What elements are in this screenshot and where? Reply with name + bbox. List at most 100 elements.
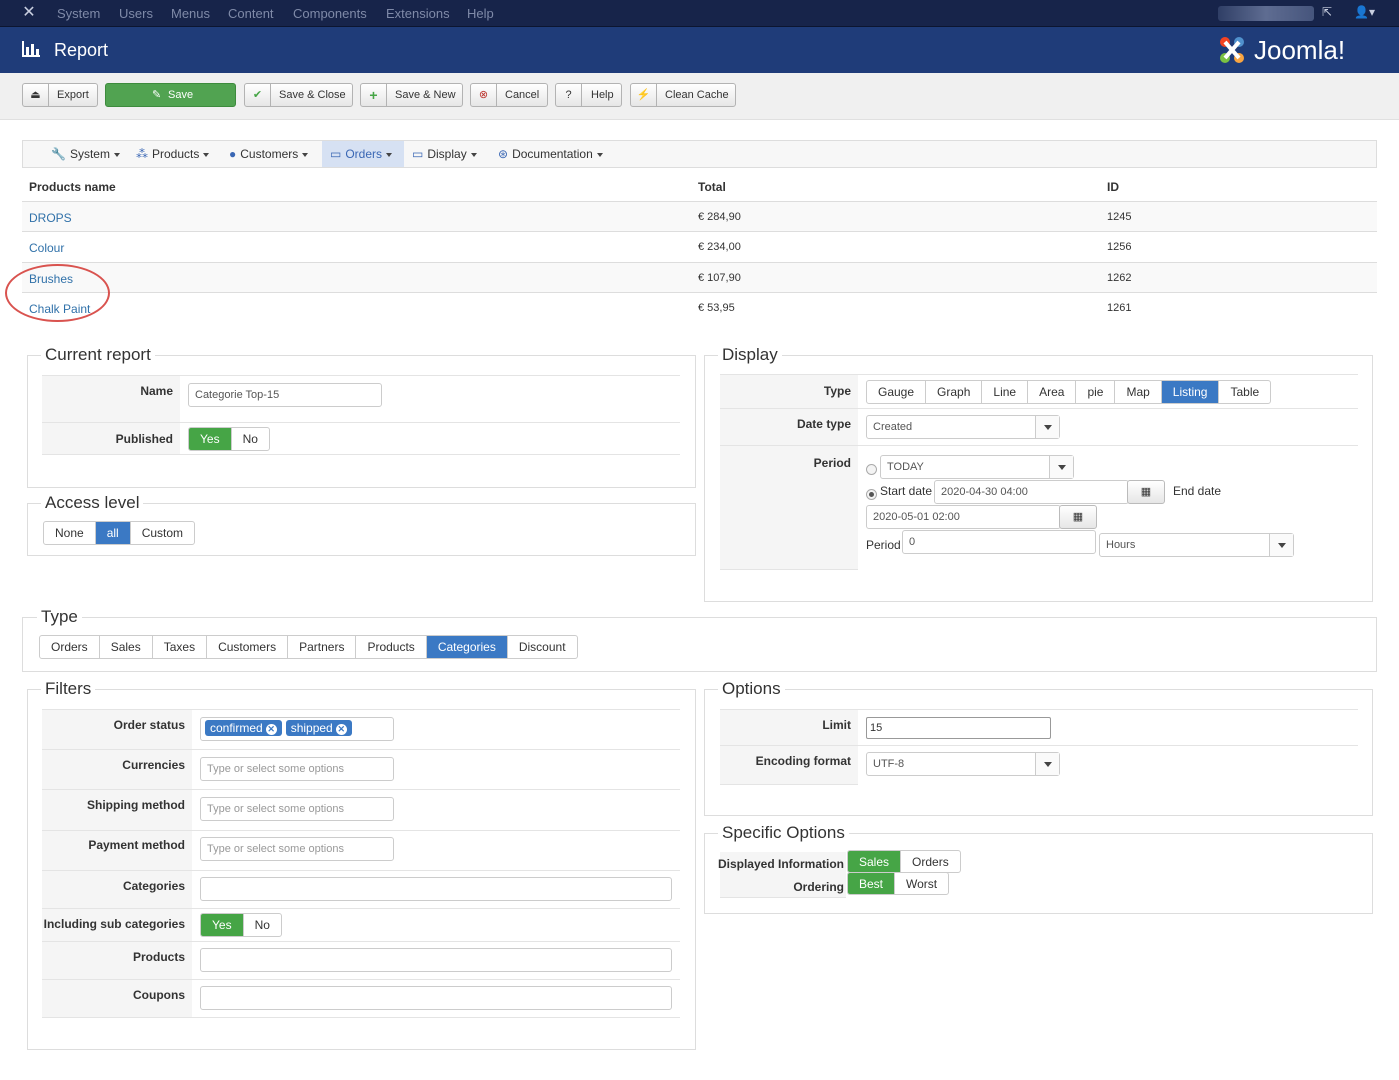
calendar-icon[interactable]: ▦ [1059, 505, 1097, 529]
report-type-orders[interactable]: Orders [40, 636, 100, 658]
subnav-orders[interactable]: ▭ Orders [322, 141, 404, 167]
type-pie[interactable]: pie [1076, 381, 1116, 403]
flash-icon: ⚡ [631, 84, 657, 106]
type-graph[interactable]: Graph [926, 381, 983, 403]
subnav-customers[interactable]: ● Customers [221, 141, 316, 167]
access-none[interactable]: None [44, 522, 96, 544]
type-table[interactable]: Table [1219, 381, 1270, 403]
date-range-radio[interactable] [866, 489, 877, 500]
report-type-discount[interactable]: Discount [508, 636, 577, 658]
payment-method-input[interactable]: Type or select some options [200, 837, 394, 861]
card-icon: ▭ [330, 147, 342, 161]
save-new-button[interactable]: + Save & New [360, 83, 463, 107]
published-yes[interactable]: Yes [189, 428, 232, 450]
menu-extensions[interactable]: Extensions [386, 6, 450, 21]
shipping-method-label: Shipping method [87, 798, 185, 812]
subnav-system[interactable]: 🔧 System [43, 141, 128, 167]
report-type-buttons: Orders Sales Taxes Customers Partners Pr… [39, 635, 578, 659]
remove-tag-icon[interactable]: ✕ [265, 724, 277, 735]
report-type-customers[interactable]: Customers [207, 636, 289, 658]
report-type-taxes[interactable]: Taxes [153, 636, 208, 658]
currencies-input[interactable]: Type or select some options [200, 757, 394, 781]
table-row: Chalk Paint € 53,95 1261 [22, 292, 1377, 322]
menu-components[interactable]: Components [293, 6, 367, 21]
question-icon: ? [556, 84, 582, 106]
site-name-blurred[interactable] [1218, 6, 1314, 21]
report-type-categories[interactable]: Categories [426, 636, 508, 658]
sub-categories-toggle: Yes No [200, 913, 282, 937]
shipping-method-input[interactable]: Type or select some options [200, 797, 394, 821]
menu-help[interactable]: Help [467, 6, 494, 21]
specific-options-legend: Specific Options [718, 823, 849, 843]
order-status-label: Order status [113, 718, 185, 732]
date-type-select[interactable]: Created [866, 415, 1060, 439]
chevron-down-icon [1269, 534, 1293, 556]
today-radio[interactable] [866, 464, 877, 475]
save-button[interactable]: ✎ Save [105, 83, 236, 107]
menu-menus[interactable]: Menus [171, 6, 210, 21]
type-listing[interactable]: Listing [1161, 381, 1220, 403]
report-type-products[interactable]: Products [356, 636, 427, 658]
menu-users[interactable]: Users [119, 6, 153, 21]
clean-cache-button[interactable]: ⚡ Clean Cache [630, 83, 736, 107]
sub-categories-yes[interactable]: Yes [201, 914, 244, 936]
type-area[interactable]: Area [1028, 381, 1077, 403]
remove-tag-icon[interactable]: ✕ [335, 724, 347, 735]
published-no[interactable]: No [232, 428, 269, 450]
categories-input[interactable] [200, 877, 672, 901]
product-link[interactable]: DROPS [29, 211, 72, 225]
period-unit-select[interactable]: Hours [1099, 533, 1294, 557]
calendar-icon[interactable]: ▦ [1127, 480, 1165, 504]
save-close-button[interactable]: ✔ Save & Close [244, 83, 353, 107]
sub-categories-label: Including sub categories [43, 917, 185, 931]
display-type-buttons: Gauge Graph Line Area pie Map Listing Ta… [866, 380, 1272, 404]
page-title: Report [54, 40, 109, 60]
help-button[interactable]: ? Help [555, 83, 622, 107]
access-custom[interactable]: Custom [131, 522, 194, 544]
save-icon: ✎ [152, 89, 162, 101]
today-select[interactable]: TODAY [880, 455, 1074, 479]
end-date-input[interactable]: 2020-05-01 02:00 [866, 505, 1061, 529]
order-status-input[interactable]: confirmed ✕ shipped ✕ [200, 717, 394, 741]
check-icon: ✔ [245, 84, 271, 106]
export-button[interactable]: ⏏ Export [22, 83, 98, 107]
total-cell: € 107,90 [698, 272, 741, 284]
menu-system[interactable]: System [57, 6, 100, 21]
report-type-sales[interactable]: Sales [100, 636, 153, 658]
column-header-id[interactable]: ID [1107, 180, 1119, 194]
period-value-input[interactable]: 0 [902, 530, 1096, 554]
report-name-input[interactable]: Categorie Top-15 [188, 383, 382, 407]
bar-chart-icon [22, 41, 40, 57]
product-link[interactable]: Colour [29, 241, 64, 255]
type-gauge[interactable]: Gauge [867, 381, 927, 403]
report-type-partners[interactable]: Partners [288, 636, 357, 658]
products-input[interactable] [200, 948, 672, 972]
column-header-total[interactable]: Total [698, 180, 726, 194]
cancel-button[interactable]: ⊗ Cancel [470, 83, 548, 107]
toolbar: ⏏ Export ✎ Save ✔ Save & Close + Save & New … [0, 73, 1399, 120]
filters-label-column [42, 709, 192, 1018]
type-line[interactable]: Line [982, 381, 1029, 403]
ordering-best[interactable]: Best [848, 873, 896, 894]
displayed-sales[interactable]: Sales [848, 851, 902, 872]
limit-input[interactable]: 15 [866, 717, 1051, 739]
highlight-annotation-circle [5, 264, 110, 322]
start-date-input[interactable]: 2020-04-30 04:00 [934, 480, 1129, 504]
coupons-input[interactable] [200, 986, 672, 1010]
subnav-products[interactable]: ⁂ Products [128, 141, 217, 167]
displayed-orders[interactable]: Orders [901, 851, 960, 872]
external-link-icon[interactable]: ⇱ [1322, 5, 1332, 19]
access-all[interactable]: all [95, 522, 131, 544]
ordering-worst[interactable]: Worst [895, 873, 948, 894]
subnav-display[interactable]: ▭ Display [404, 141, 485, 167]
encoding-format-select[interactable]: UTF-8 [866, 752, 1060, 776]
display-label-column [720, 374, 858, 570]
type-map[interactable]: Map [1115, 381, 1162, 403]
joomla-small-logo-icon[interactable]: ✕ [20, 4, 38, 22]
options-legend: Options [718, 679, 785, 699]
user-icon[interactable]: 👤▾ [1354, 5, 1375, 19]
sub-categories-no[interactable]: No [244, 914, 281, 936]
subnav-documentation[interactable]: ⊛ Documentation [490, 141, 611, 167]
menu-content[interactable]: Content [228, 6, 274, 21]
column-header-name[interactable]: Products name [29, 180, 116, 194]
